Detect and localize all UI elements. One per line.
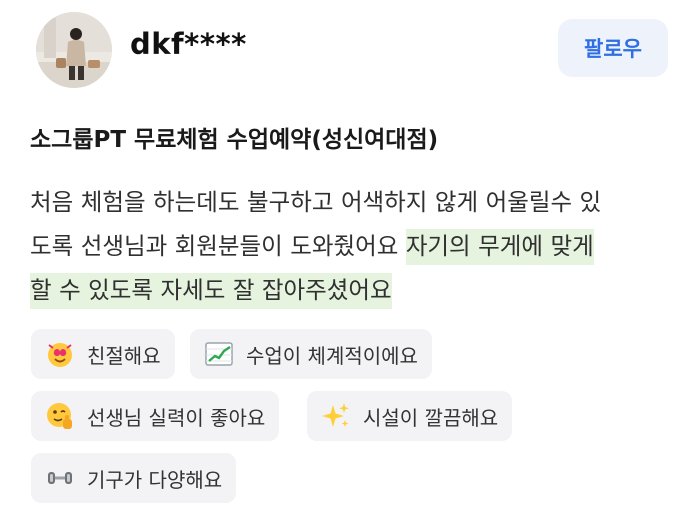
thumbs-up-face-icon — [45, 401, 75, 431]
review-line: 할 수 있도록 자세도 잘 잡아주셨어요 — [30, 268, 680, 312]
tag-chip-systematic[interactable]: 수업이 체계적이에요 — [190, 329, 432, 379]
tag-label: 친절해요 — [87, 343, 161, 368]
highlighted-text: 자기의 무게에 맞게 — [405, 229, 594, 265]
tag-chip-teacher-skill[interactable]: 선생님 실력이 좋아요 — [31, 391, 280, 441]
username[interactable]: dkf**** — [130, 27, 247, 61]
review-line: 도록 선생님과 회원분들이 도와줬어요 자기의 무게에 맞게 — [30, 224, 680, 268]
review-header: dkf**** 팔로우 — [36, 12, 668, 88]
follow-button[interactable]: 팔로우 — [558, 19, 668, 77]
review-text-plain: 도록 선생님과 회원분들이 도와줬어요 — [30, 232, 406, 260]
review-title[interactable]: 소그룹PT 무료체험 수업예약(성신여대점) — [30, 120, 438, 154]
avatar-photo — [36, 12, 112, 88]
tag-chip-clean-facility[interactable]: 시설이 깔끔해요 — [307, 391, 513, 441]
chart-up-icon — [204, 339, 234, 369]
dumbbell-icon — [45, 463, 75, 493]
review-text: 처음 체험을 하는데도 불구하고 어색하지 않게 어울릴수 있 도록 선생님과 … — [30, 180, 680, 312]
tag-label: 수업이 체계적이에요 — [246, 343, 418, 368]
heart-face-icon — [45, 339, 75, 369]
tag-chip-equipment[interactable]: 기구가 다양해요 — [31, 453, 237, 503]
review-line: 처음 체험을 하는데도 불구하고 어색하지 않게 어울릴수 있 — [30, 188, 602, 216]
sparkles-icon — [321, 401, 351, 431]
avatar[interactable] — [36, 12, 112, 88]
tag-label: 기구가 다양해요 — [87, 467, 223, 492]
tag-label: 시설이 깔끔해요 — [363, 405, 499, 430]
tag-label: 선생님 실력이 좋아요 — [87, 405, 266, 430]
highlighted-text: 할 수 있도록 자세도 잘 잡아주셨어요 — [30, 273, 392, 309]
tag-chip-kind[interactable]: 친절해요 — [31, 329, 175, 379]
